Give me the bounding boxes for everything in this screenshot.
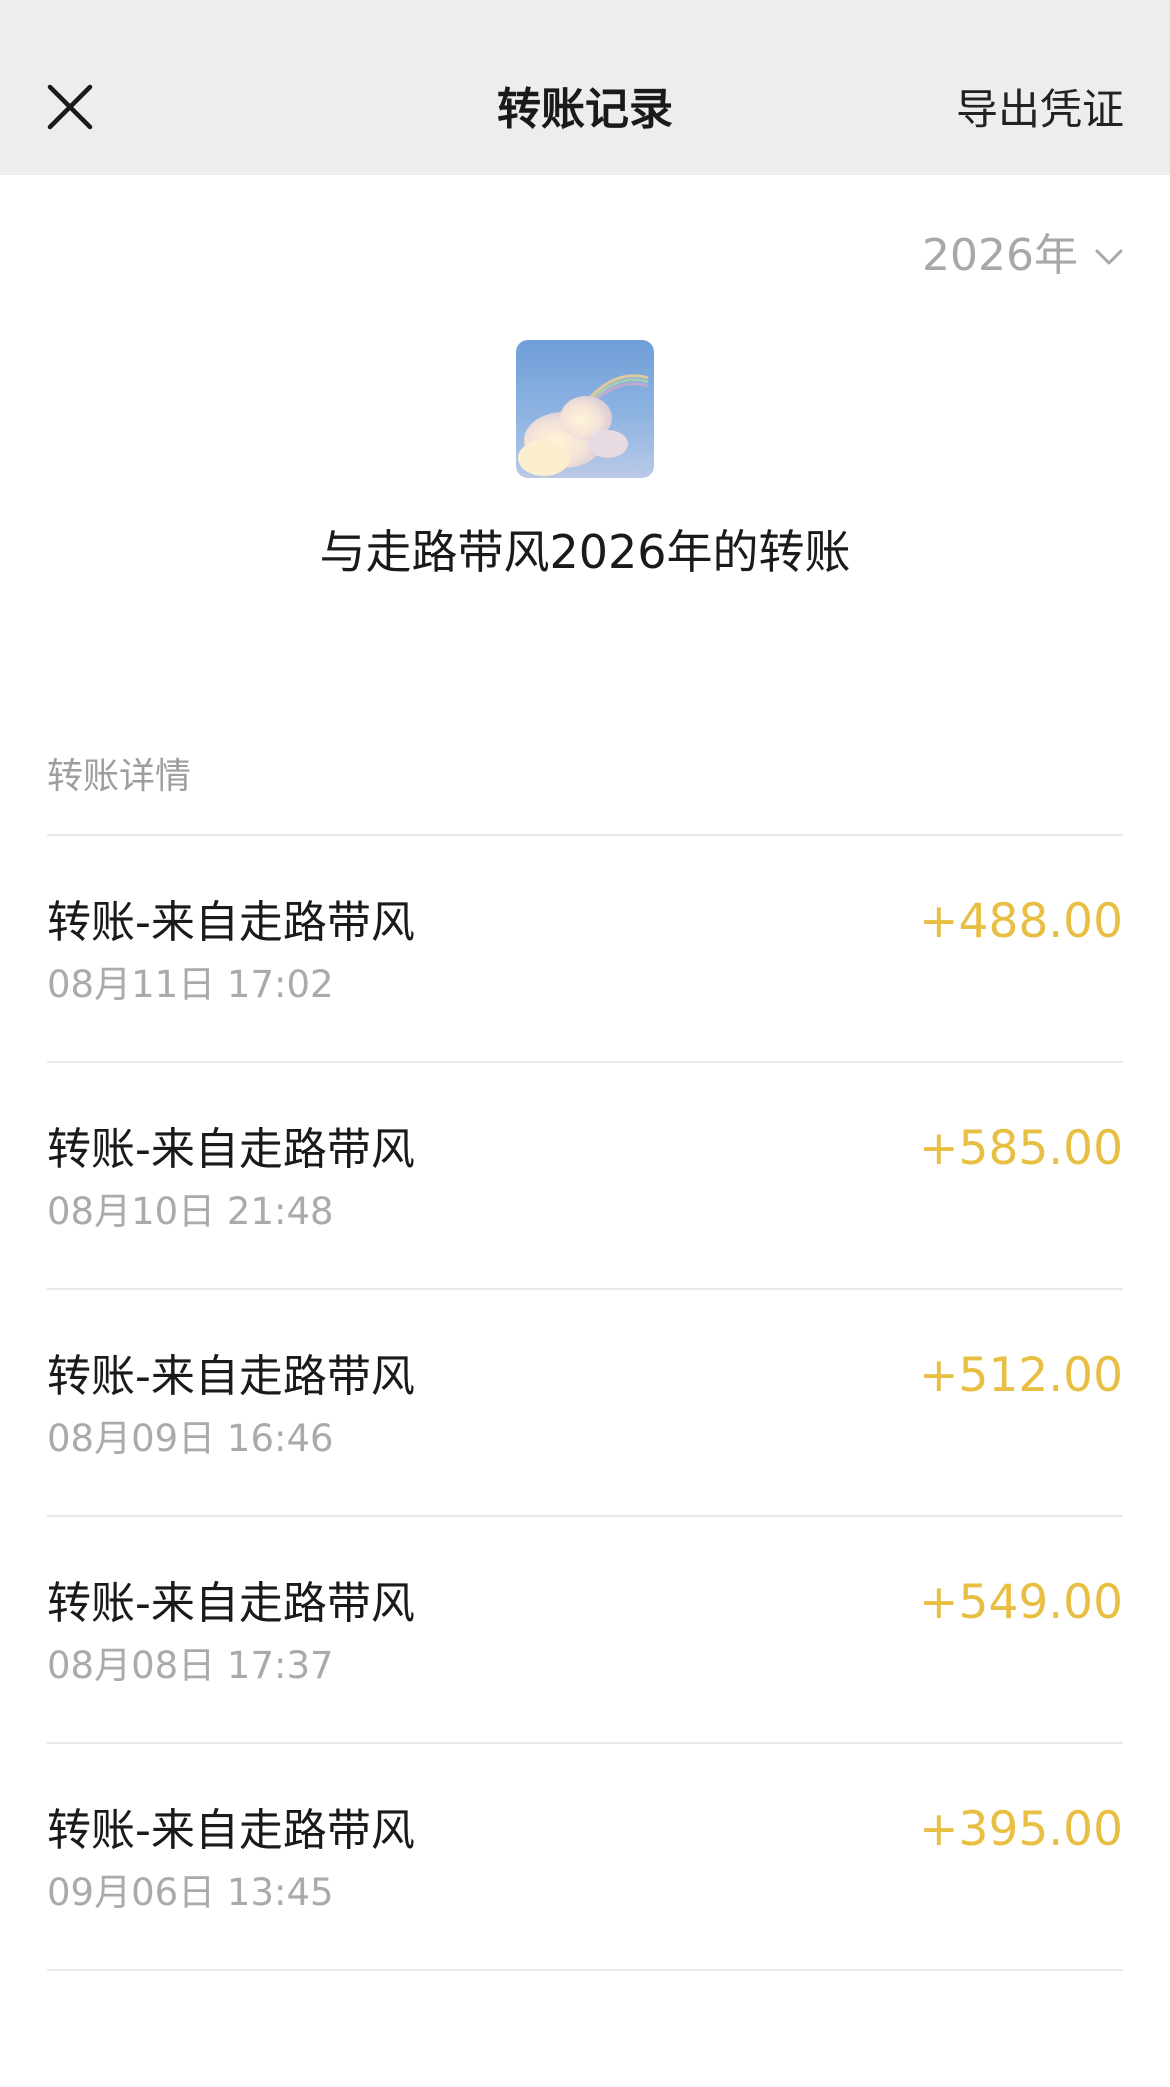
chevron-down-icon (1095, 249, 1123, 265)
list-item[interactable]: 转账-来自走路带风 08月08日 17:37 +549.00 (47, 1517, 1123, 1744)
record-amount: +395.00 (919, 1802, 1123, 1857)
record-amount: +512.00 (919, 1348, 1123, 1403)
record-time: 08月08日 17:37 (47, 1644, 334, 1687)
year-label: 2026年 (922, 230, 1078, 281)
list-item[interactable]: 转账-来自走路带风 08月11日 17:02 +488.00 (47, 836, 1123, 1063)
list-item[interactable]: 转账-来自走路带风 08月09日 16:46 +512.00 (47, 1290, 1123, 1517)
section-label: 转账详情 (47, 756, 192, 797)
record-time: 09月06日 13:45 (47, 1871, 334, 1914)
record-time: 08月09日 16:46 (47, 1417, 334, 1460)
record-amount: +488.00 (919, 894, 1123, 949)
transfer-list: 转账-来自走路带风 08月11日 17:02 +488.00 转账-来自走路带风… (47, 836, 1123, 1971)
record-title: 转账-来自走路带风 (47, 1124, 415, 1175)
navigation-bar: 转账记录 导出凭证 (0, 0, 1170, 175)
year-picker[interactable]: 2026年 (922, 228, 1126, 284)
record-amount: +549.00 (919, 1575, 1123, 1630)
avatar (516, 340, 654, 478)
record-amount: +585.00 (919, 1121, 1123, 1176)
list-item[interactable]: 转账-来自走路带风 09月06日 13:45 +395.00 (47, 1744, 1123, 1971)
record-title: 转账-来自走路带风 (47, 1351, 415, 1402)
list-item[interactable]: 转账-来自走路带风 08月10日 21:48 +585.00 (47, 1063, 1123, 1290)
transfer-summary-title: 与走路带风2026年的转账 (319, 525, 851, 579)
record-time: 08月10日 21:48 (47, 1190, 334, 1233)
record-time: 08月11日 17:02 (47, 963, 334, 1006)
record-title: 转账-来自走路带风 (47, 1805, 415, 1856)
record-title: 转账-来自走路带风 (47, 897, 415, 948)
record-title: 转账-来自走路带风 (47, 1578, 415, 1629)
export-voucher-button[interactable]: 导出凭证 (956, 82, 1124, 138)
